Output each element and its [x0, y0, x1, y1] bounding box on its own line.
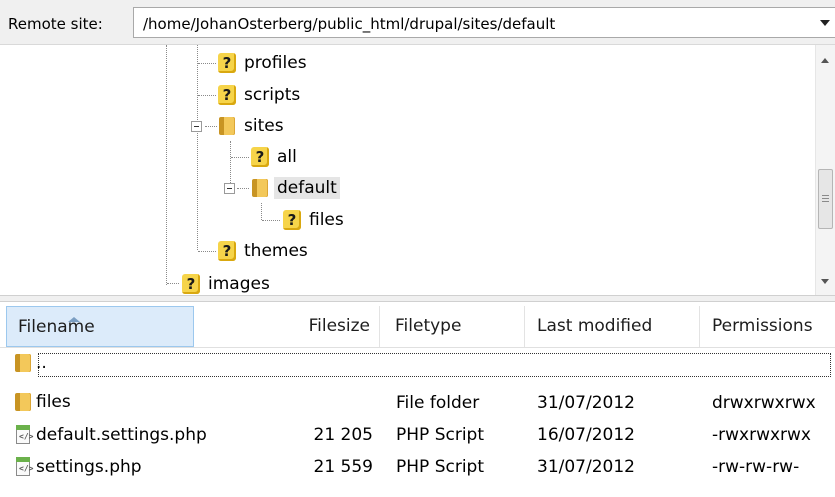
- question-icon: ?: [218, 85, 236, 105]
- tree-connector: [198, 63, 216, 64]
- remote-site-label: Remote site:: [8, 15, 103, 33]
- list-item[interactable]: ..: [0, 349, 835, 379]
- scroll-down-arrow-icon[interactable]: [821, 279, 829, 284]
- file-permissions: drwxrwxrwx: [712, 393, 816, 413]
- question-icon: ?: [283, 210, 301, 230]
- tree-node-label: themes: [244, 241, 308, 261]
- remote-site-bar: Remote site: /home/JohanOsterberg/public…: [0, 0, 835, 45]
- remote-path-combobox[interactable]: /home/JohanOsterberg/public_html/drupal/…: [133, 7, 835, 38]
- column-header-label: Filename: [18, 317, 95, 337]
- tree-node-label: profiles: [244, 53, 307, 73]
- tree-node-label: all: [277, 147, 297, 167]
- remote-path-input[interactable]: /home/JohanOsterberg/public_html/drupal/…: [143, 15, 555, 33]
- tree-node-label: default: [274, 177, 340, 199]
- pane-splitter[interactable]: [0, 295, 835, 302]
- folder-icon: [218, 116, 236, 136]
- file-list-header: Filename Filesize Filetype Last modified…: [0, 306, 835, 348]
- question-icon: ?: [251, 147, 269, 167]
- tree-node-label: sites: [244, 116, 284, 136]
- tree-connector: [167, 283, 179, 284]
- tree-node-label: images: [208, 274, 270, 294]
- scrollbar-thumb[interactable]: [818, 169, 833, 229]
- tree-connector: [262, 220, 280, 221]
- php-file-icon: </>: [14, 424, 33, 445]
- list-item[interactable]: </> default.settings.php 21 205 PHP Scri…: [0, 420, 835, 450]
- tree-connector: [198, 251, 216, 252]
- column-header-filesize[interactable]: Filesize: [194, 306, 380, 347]
- focus-rectangle: [38, 353, 831, 377]
- question-icon: ?: [182, 274, 200, 294]
- scroll-up-arrow-icon[interactable]: [821, 58, 829, 63]
- tree-node-default[interactable]: default: [251, 174, 340, 202]
- column-header-permissions[interactable]: Permissions: [700, 306, 835, 347]
- tree-connector: [237, 188, 249, 189]
- column-header-filename[interactable]: Filename: [6, 306, 194, 347]
- file-type: PHP Script: [396, 425, 484, 445]
- file-size: 21 559: [313, 457, 373, 477]
- tree-node-images[interactable]: ? images: [182, 270, 270, 295]
- collapse-toggle-icon[interactable]: [224, 183, 235, 194]
- column-header-label: Last modified: [537, 316, 653, 336]
- tree-node-label: scripts: [244, 85, 301, 105]
- list-item[interactable]: files File folder 31/07/2012 drwxrwxrwx: [0, 388, 835, 418]
- list-item[interactable]: </> settings.php 21 559 PHP Script 31/07…: [0, 452, 835, 482]
- collapse-toggle-icon[interactable]: [191, 121, 202, 132]
- file-modified: 31/07/2012: [537, 393, 635, 413]
- file-type: File folder: [396, 393, 480, 413]
- tree-connector: [205, 126, 217, 127]
- file-size: 21 205: [313, 425, 373, 445]
- tree-connector: [198, 95, 216, 96]
- file-permissions: -rw-rw-rw-: [712, 457, 800, 477]
- file-name: files: [36, 392, 71, 412]
- tree-node-profiles[interactable]: ? profiles: [218, 49, 307, 77]
- folder-icon: [251, 178, 269, 198]
- tree-node-themes[interactable]: ? themes: [218, 237, 308, 265]
- folder-icon: [14, 353, 32, 373]
- column-header-label: Filetype: [395, 316, 462, 336]
- tree-node-all[interactable]: ? all: [251, 143, 297, 171]
- php-file-icon: </>: [14, 456, 33, 477]
- column-header-filetype[interactable]: Filetype: [380, 306, 525, 347]
- dropdown-arrow-icon[interactable]: [820, 20, 830, 26]
- file-name: ..: [36, 353, 47, 373]
- tree-node-scripts[interactable]: ? scripts: [218, 81, 300, 109]
- remote-directory-tree[interactable]: ? profiles ? scripts sites ? all default…: [0, 45, 815, 295]
- file-modified: 16/07/2012: [537, 425, 635, 445]
- file-name: default.settings.php: [36, 424, 207, 445]
- file-name: settings.php: [36, 456, 142, 477]
- question-icon: ?: [218, 241, 236, 261]
- tree-node-label: files: [309, 210, 344, 230]
- question-icon: ?: [218, 53, 236, 73]
- tree-connector: [231, 157, 249, 158]
- column-header-last-modified[interactable]: Last modified: [525, 306, 700, 347]
- tree-connector: [197, 45, 198, 250]
- column-header-label: Permissions: [712, 316, 813, 336]
- tree-scrollbar[interactable]: [815, 45, 835, 295]
- tree-connector: [261, 203, 262, 220]
- file-permissions: -rwxrwxrwx: [712, 425, 811, 445]
- column-header-label: Filesize: [308, 316, 370, 336]
- tree-node-files[interactable]: ? files: [283, 206, 344, 234]
- file-modified: 31/07/2012: [537, 457, 635, 477]
- folder-icon: [14, 392, 32, 412]
- file-type: PHP Script: [396, 457, 484, 477]
- tree-node-sites[interactable]: sites: [218, 112, 284, 140]
- tree-connector: [166, 45, 167, 285]
